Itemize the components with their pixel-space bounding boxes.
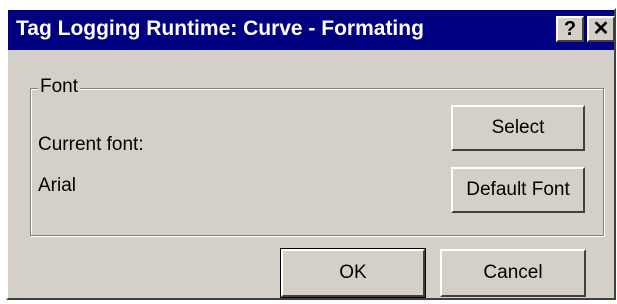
close-button[interactable]: ✕	[587, 16, 615, 42]
select-font-button-label: Select	[491, 117, 545, 138]
formatting-dialog: Tag Logging Runtime: Curve - Formating ?…	[6, 8, 616, 300]
window-title: Tag Logging Runtime: Curve - Formating	[16, 17, 424, 40]
current-font-label: Current font:	[38, 134, 144, 155]
ok-button-label: OK	[339, 262, 367, 283]
title-bar[interactable]: Tag Logging Runtime: Curve - Formating ?…	[8, 10, 615, 50]
question-mark-icon: ?	[563, 18, 577, 40]
cancel-button[interactable]: Cancel	[440, 249, 586, 297]
close-icon: ✕	[592, 18, 610, 40]
cancel-button-label: Cancel	[483, 262, 543, 283]
default-font-button-label: Default Font	[466, 179, 570, 200]
font-group-label: Font	[38, 76, 81, 98]
current-font-value: Arial	[38, 175, 77, 196]
select-font-button[interactable]: Select	[451, 105, 585, 151]
default-font-button[interactable]: Default Font	[451, 167, 585, 213]
help-button[interactable]: ?	[556, 16, 584, 42]
ok-button[interactable]: OK	[280, 248, 426, 298]
